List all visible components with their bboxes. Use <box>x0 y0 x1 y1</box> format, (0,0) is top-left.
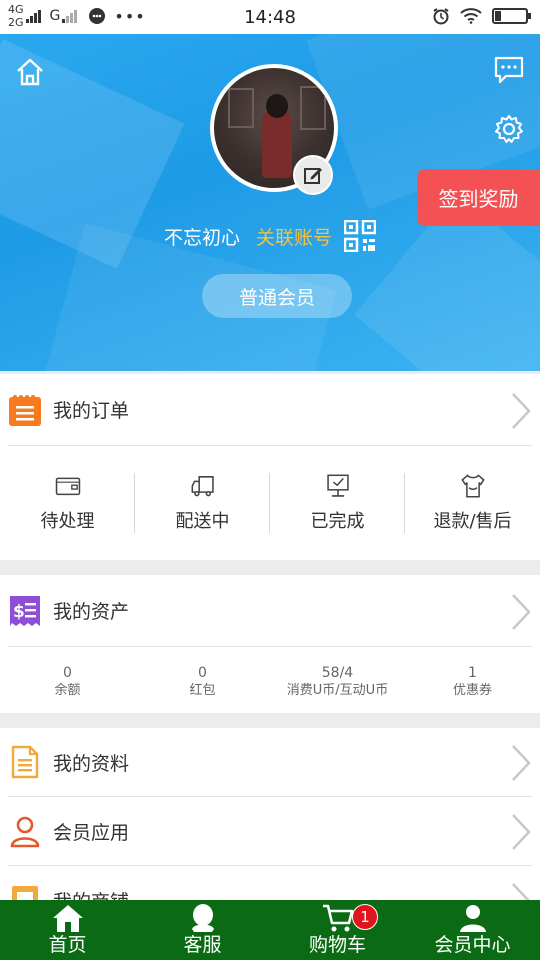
nav-home[interactable]: 首页 <box>0 900 135 960</box>
delivery-truck-icon <box>191 476 214 497</box>
shopping-cart-icon <box>322 904 353 932</box>
member-apps-row[interactable]: 会员应用 <box>8 797 532 866</box>
wallet-icon <box>55 477 80 496</box>
order-status-pending[interactable]: 待处理 <box>0 473 135 533</box>
bottom-navigation: 首页 客服 购物车 1 会员中心 <box>0 900 540 960</box>
nav-cart[interactable]: 购物车 1 <box>270 900 405 960</box>
order-status-label: 已完成 <box>310 511 365 532</box>
asset-value: 1 <box>468 665 477 681</box>
chevron-right-icon <box>512 883 530 900</box>
qr-code-icon[interactable] <box>344 220 377 252</box>
member-apps-title: 会员应用 <box>53 821 130 844</box>
asset-value: 0 <box>63 665 72 681</box>
my-shop-title: 我的商铺 <box>53 887 129 901</box>
order-status-refund[interactable]: 退款/售后 <box>405 473 540 533</box>
home-icon[interactable] <box>14 56 46 88</box>
link-account-link[interactable]: 关联账号 <box>256 223 332 250</box>
asset-label: 红包 <box>189 683 216 698</box>
chevron-right-icon <box>512 814 531 850</box>
wifi-icon <box>460 8 482 24</box>
order-list-icon <box>9 394 41 426</box>
my-orders-title: 我的订单 <box>53 400 130 422</box>
home-icon <box>52 905 83 932</box>
cart-count-badge: 1 <box>352 904 378 930</box>
person-icon <box>10 816 40 848</box>
my-shop-row[interactable]: 我的商铺 <box>8 866 532 900</box>
status-bar: 4G 2G G ••• 14:48 <box>0 0 540 34</box>
member-person-icon <box>459 905 486 932</box>
orders-section: 我的订单 待处理 配送中 已完成 退款/售后 <box>0 374 540 560</box>
assets-receipt-icon: $ <box>10 595 40 626</box>
asset-value: 0 <box>198 665 207 681</box>
my-profile-row[interactable]: 我的资料 <box>8 728 532 797</box>
settings-gear-icon[interactable] <box>494 114 524 144</box>
my-assets-row[interactable]: $ 我的资产 <box>8 575 532 647</box>
member-level-badge: 普通会员 <box>202 274 352 318</box>
asset-u-coins[interactable]: 58/4 消费U币/互动U币 <box>270 665 405 699</box>
order-status-completed[interactable]: 已完成 <box>270 473 405 533</box>
nav-member-center[interactable]: 会员中心 <box>405 900 540 960</box>
asset-red-packet[interactable]: 0 红包 <box>135 665 270 699</box>
order-status-label: 待处理 <box>40 511 95 532</box>
user-nickname: 不忘初心 <box>163 226 240 249</box>
nav-label: 客服 <box>183 934 222 956</box>
asset-balance[interactable]: 0 余额 <box>0 665 135 699</box>
message-icon[interactable] <box>494 56 524 84</box>
asset-value: 58/4 <box>321 665 354 681</box>
asset-label: 消费U币/互动U币 <box>286 683 389 698</box>
profile-document-icon <box>11 745 39 779</box>
refund-shirt-icon <box>461 474 484 498</box>
edit-pencil-icon <box>304 168 322 184</box>
asset-label: 余额 <box>54 683 81 698</box>
shop-icon <box>12 886 38 900</box>
order-status-label: 退款/售后 <box>433 511 512 532</box>
completed-check-icon <box>326 474 349 497</box>
nav-label: 会员中心 <box>434 934 511 956</box>
chevron-right-icon <box>512 594 531 630</box>
nav-customer-service[interactable]: 客服 <box>135 900 270 960</box>
chevron-right-icon <box>512 393 531 429</box>
my-assets-title: 我的资产 <box>53 601 130 623</box>
assets-section: $ 我的资产 0 余额 0 红包 58/4 消费U币/互动U币 1 优惠券 <box>0 575 540 713</box>
alarm-icon <box>433 8 449 25</box>
edit-avatar-button[interactable] <box>293 155 333 195</box>
asset-coupons[interactable]: 1 优惠券 <box>405 665 540 699</box>
customer-service-icon <box>191 904 214 932</box>
menu-section: 我的资料 会员应用 我的商铺 <box>0 728 540 900</box>
signin-reward-button[interactable]: 签到奖励 <box>417 169 540 226</box>
my-profile-title: 我的资料 <box>53 752 130 775</box>
svg-text:$: $ <box>13 602 25 622</box>
order-status-delivering[interactable]: 配送中 <box>135 473 270 533</box>
chevron-right-icon <box>512 745 531 781</box>
nav-label: 购物车 <box>308 934 366 956</box>
asset-label: 优惠券 <box>452 683 492 698</box>
nav-label: 首页 <box>48 934 87 956</box>
battery-icon <box>492 8 531 24</box>
my-orders-row[interactable]: 我的订单 <box>8 374 532 446</box>
order-status-label: 配送中 <box>175 511 230 532</box>
